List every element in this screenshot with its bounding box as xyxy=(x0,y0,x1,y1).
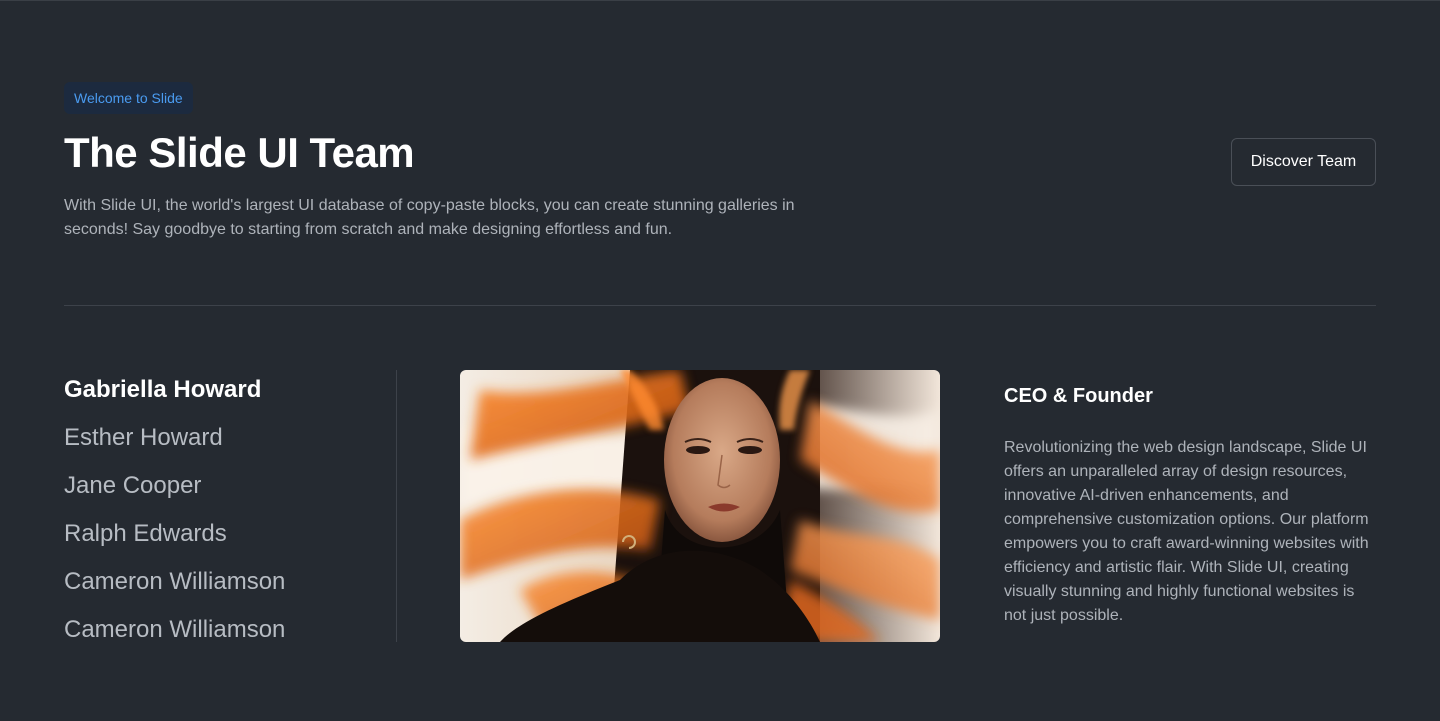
team-member-item[interactable]: Jane Cooper xyxy=(64,462,285,510)
page-subtitle: With Slide UI, the world's largest UI da… xyxy=(64,197,795,238)
team-member-item[interactable]: Ralph Edwards xyxy=(64,510,285,558)
team-member-list: Gabriella Howard Esther Howard Jane Coop… xyxy=(64,366,285,654)
member-role: CEO & Founder xyxy=(1004,385,1153,407)
page-title: The Slide UI Team xyxy=(64,129,415,176)
vertical-divider xyxy=(396,370,397,642)
member-bio: Revolutionizing the web design landscape… xyxy=(1004,439,1369,624)
welcome-badge: Welcome to Slide xyxy=(64,82,193,114)
team-member-item[interactable]: Cameron Williamson xyxy=(64,606,285,654)
section-divider xyxy=(64,305,1376,306)
team-member-item[interactable]: Gabriella Howard xyxy=(64,366,285,414)
team-member-item[interactable]: Cameron Williamson xyxy=(64,558,285,606)
team-member-item[interactable]: Esther Howard xyxy=(64,414,285,462)
member-portrait-image xyxy=(460,370,940,642)
discover-team-button[interactable]: Discover Team xyxy=(1231,138,1376,186)
